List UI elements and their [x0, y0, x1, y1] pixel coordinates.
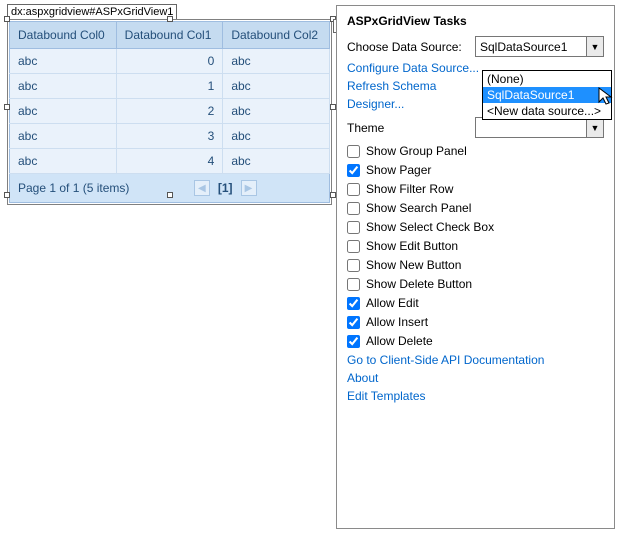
pager-next-button[interactable]: ▶: [241, 180, 257, 196]
task-checkbox-label: Allow Edit: [366, 296, 419, 310]
table-cell: abc: [10, 74, 117, 99]
task-checkbox-row: Show Edit Button: [347, 239, 604, 253]
task-checkbox[interactable]: [347, 202, 360, 215]
datasource-combo[interactable]: SqlDataSource1 ▼: [475, 36, 604, 57]
task-checkbox-row: Show Group Panel: [347, 144, 604, 158]
task-checkbox-row: Allow Insert: [347, 315, 604, 329]
resize-handle[interactable]: [167, 192, 173, 198]
dropdown-option[interactable]: SqlDataSource1: [483, 87, 611, 103]
theme-combo[interactable]: ▼: [475, 117, 604, 138]
task-checkbox[interactable]: [347, 240, 360, 253]
task-checkbox-row: Show New Button: [347, 258, 604, 272]
task-checkbox-label: Allow Insert: [366, 315, 428, 329]
grid-selection-frame: Databound Col0Databound Col1Databound Co…: [7, 19, 332, 205]
table-cell: abc: [223, 99, 330, 124]
table-cell: 2: [116, 99, 223, 124]
task-checkbox-label: Allow Delete: [366, 334, 433, 348]
resize-handle[interactable]: [4, 192, 10, 198]
datasource-combo-value: SqlDataSource1: [480, 40, 567, 54]
task-checkbox-label: Show Select Check Box: [366, 220, 494, 234]
task-checkbox[interactable]: [347, 183, 360, 196]
pager-info: Page 1 of 1 (5 items): [18, 181, 129, 195]
table-cell: abc: [223, 74, 330, 99]
designer-tag-label: dx:aspxgridview#ASPxGridView1: [7, 4, 177, 20]
table-row[interactable]: abc1abc: [10, 74, 330, 99]
task-checkbox[interactable]: [347, 221, 360, 234]
task-checkbox-label: Show New Button: [366, 258, 461, 272]
task-checkbox[interactable]: [347, 297, 360, 310]
resize-handle[interactable]: [4, 104, 10, 110]
datasource-label: Choose Data Source:: [347, 40, 475, 54]
table-cell: abc: [223, 149, 330, 174]
grid-column-header[interactable]: Databound Col1: [116, 22, 223, 49]
theme-label: Theme: [347, 121, 475, 135]
task-checkbox-label: Show Group Panel: [366, 144, 467, 158]
task-checkbox[interactable]: [347, 145, 360, 158]
datasource-dropdown-list[interactable]: (None)SqlDataSource1<New data source...>: [482, 70, 612, 120]
table-cell: 1: [116, 74, 223, 99]
table-row[interactable]: abc3abc: [10, 124, 330, 149]
resize-handle[interactable]: [4, 16, 10, 22]
grid-column-header[interactable]: Databound Col0: [10, 22, 117, 49]
task-footer-link[interactable]: Go to Client-Side API Documentation: [347, 353, 604, 367]
grid-column-header[interactable]: Databound Col2: [223, 22, 330, 49]
task-checkbox-row: Show Pager: [347, 163, 604, 177]
table-cell: abc: [10, 49, 117, 74]
task-footer-link[interactable]: About: [347, 371, 604, 385]
dropdown-option[interactable]: <New data source...>: [483, 103, 611, 119]
task-checkbox-label: Show Delete Button: [366, 277, 472, 291]
table-row[interactable]: abc0abc: [10, 49, 330, 74]
task-checkbox[interactable]: [347, 164, 360, 177]
chevron-down-icon[interactable]: ▼: [586, 118, 603, 137]
table-cell: 4: [116, 149, 223, 174]
table-cell: abc: [223, 49, 330, 74]
task-checkbox-row: Show Select Check Box: [347, 220, 604, 234]
task-checkbox[interactable]: [347, 335, 360, 348]
tasks-panel-title: ASPxGridView Tasks: [347, 14, 604, 28]
pager-current-page: [1]: [214, 181, 237, 195]
task-checkbox-row: Allow Edit: [347, 296, 604, 310]
table-cell: 0: [116, 49, 223, 74]
task-checkbox[interactable]: [347, 278, 360, 291]
task-checkbox-label: Show Edit Button: [366, 239, 458, 253]
table-row[interactable]: abc2abc: [10, 99, 330, 124]
task-checkbox-row: Show Search Panel: [347, 201, 604, 215]
grid-pager: Page 1 of 1 (5 items) ◀ [1] ▶: [9, 174, 330, 203]
pager-prev-button[interactable]: ◀: [194, 180, 210, 196]
table-cell: abc: [10, 99, 117, 124]
table-cell: abc: [10, 149, 117, 174]
dropdown-option[interactable]: (None): [483, 71, 611, 87]
task-footer-link[interactable]: Edit Templates: [347, 389, 604, 403]
task-checkbox-label: Show Pager: [366, 163, 431, 177]
task-checkbox-label: Show Search Panel: [366, 201, 471, 215]
task-checkbox-label: Show Filter Row: [366, 182, 453, 196]
task-checkbox-row: Allow Delete: [347, 334, 604, 348]
table-row[interactable]: abc4abc: [10, 149, 330, 174]
table-cell: abc: [223, 124, 330, 149]
gridview-table: Databound Col0Databound Col1Databound Co…: [9, 21, 330, 174]
table-cell: 3: [116, 124, 223, 149]
task-checkbox-row: Show Filter Row: [347, 182, 604, 196]
table-cell: abc: [10, 124, 117, 149]
chevron-down-icon[interactable]: ▼: [586, 37, 603, 56]
task-checkbox[interactable]: [347, 316, 360, 329]
task-checkbox-row: Show Delete Button: [347, 277, 604, 291]
task-checkbox[interactable]: [347, 259, 360, 272]
resize-handle[interactable]: [167, 16, 173, 22]
